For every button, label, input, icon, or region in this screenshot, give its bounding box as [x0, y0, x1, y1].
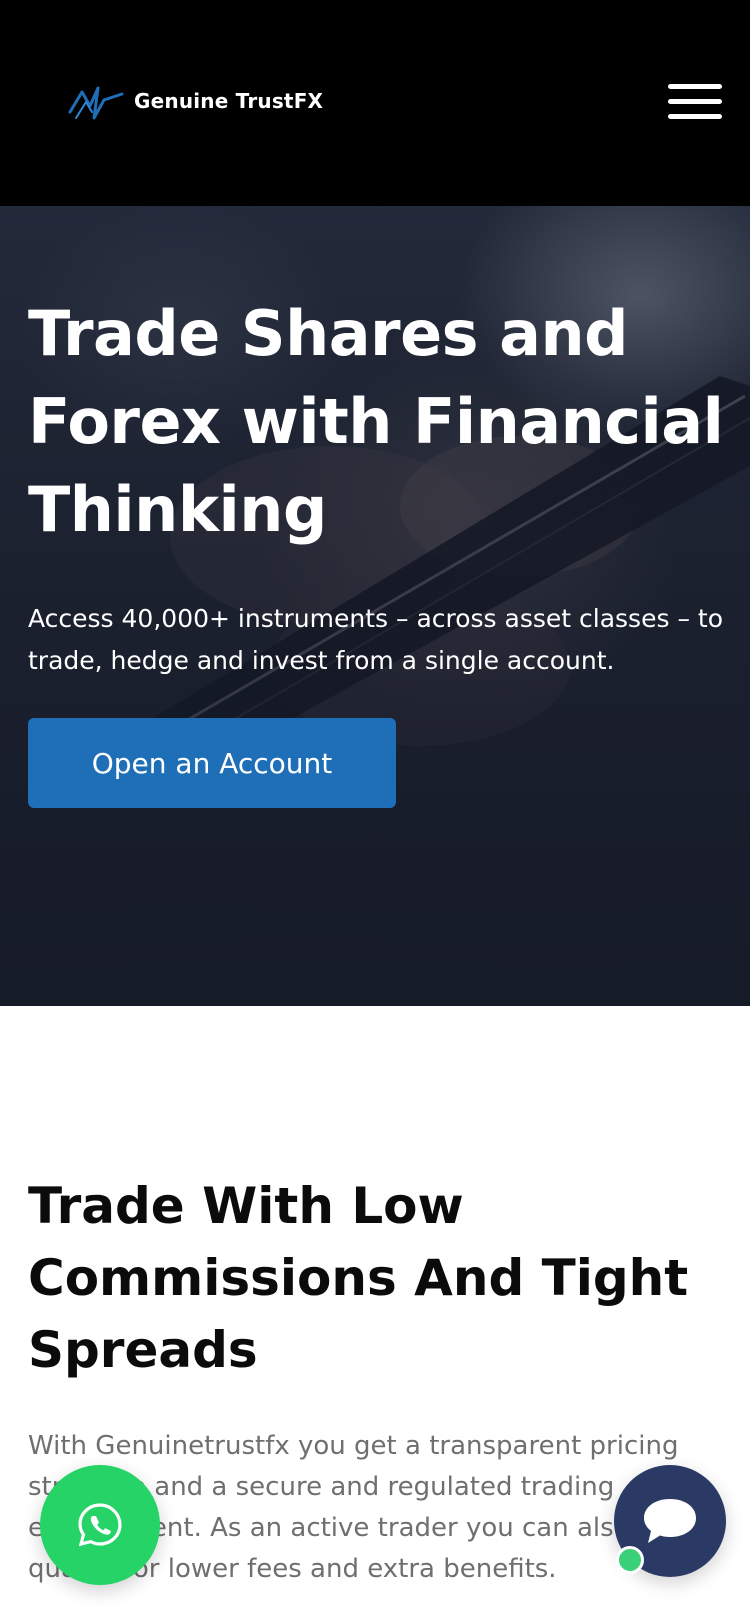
whatsapp-button[interactable]: [40, 1465, 160, 1585]
brand-logo[interactable]: Genuine TrustFX: [68, 78, 323, 124]
hamburger-menu-icon[interactable]: [668, 84, 722, 120]
online-status-dot: [616, 1546, 644, 1574]
hero-subtitle: Access 40,000+ instruments – across asse…: [28, 604, 723, 675]
whatsapp-icon: [78, 1503, 122, 1547]
section-title: Trade With Low Commissions And Tight Spr…: [28, 1177, 689, 1379]
hero-section: Trade Shares and Forex with Financial Th…: [0, 206, 750, 1006]
open-account-button[interactable]: Open an Account: [28, 718, 396, 808]
chat-bubble-icon: [644, 1499, 696, 1543]
site-header: Genuine TrustFX: [0, 0, 750, 206]
hero-title: Trade Shares and Forex with Financial Th…: [28, 297, 724, 546]
trustfx-logo-icon: [68, 86, 124, 120]
brand-name: Genuine TrustFX: [134, 89, 324, 113]
